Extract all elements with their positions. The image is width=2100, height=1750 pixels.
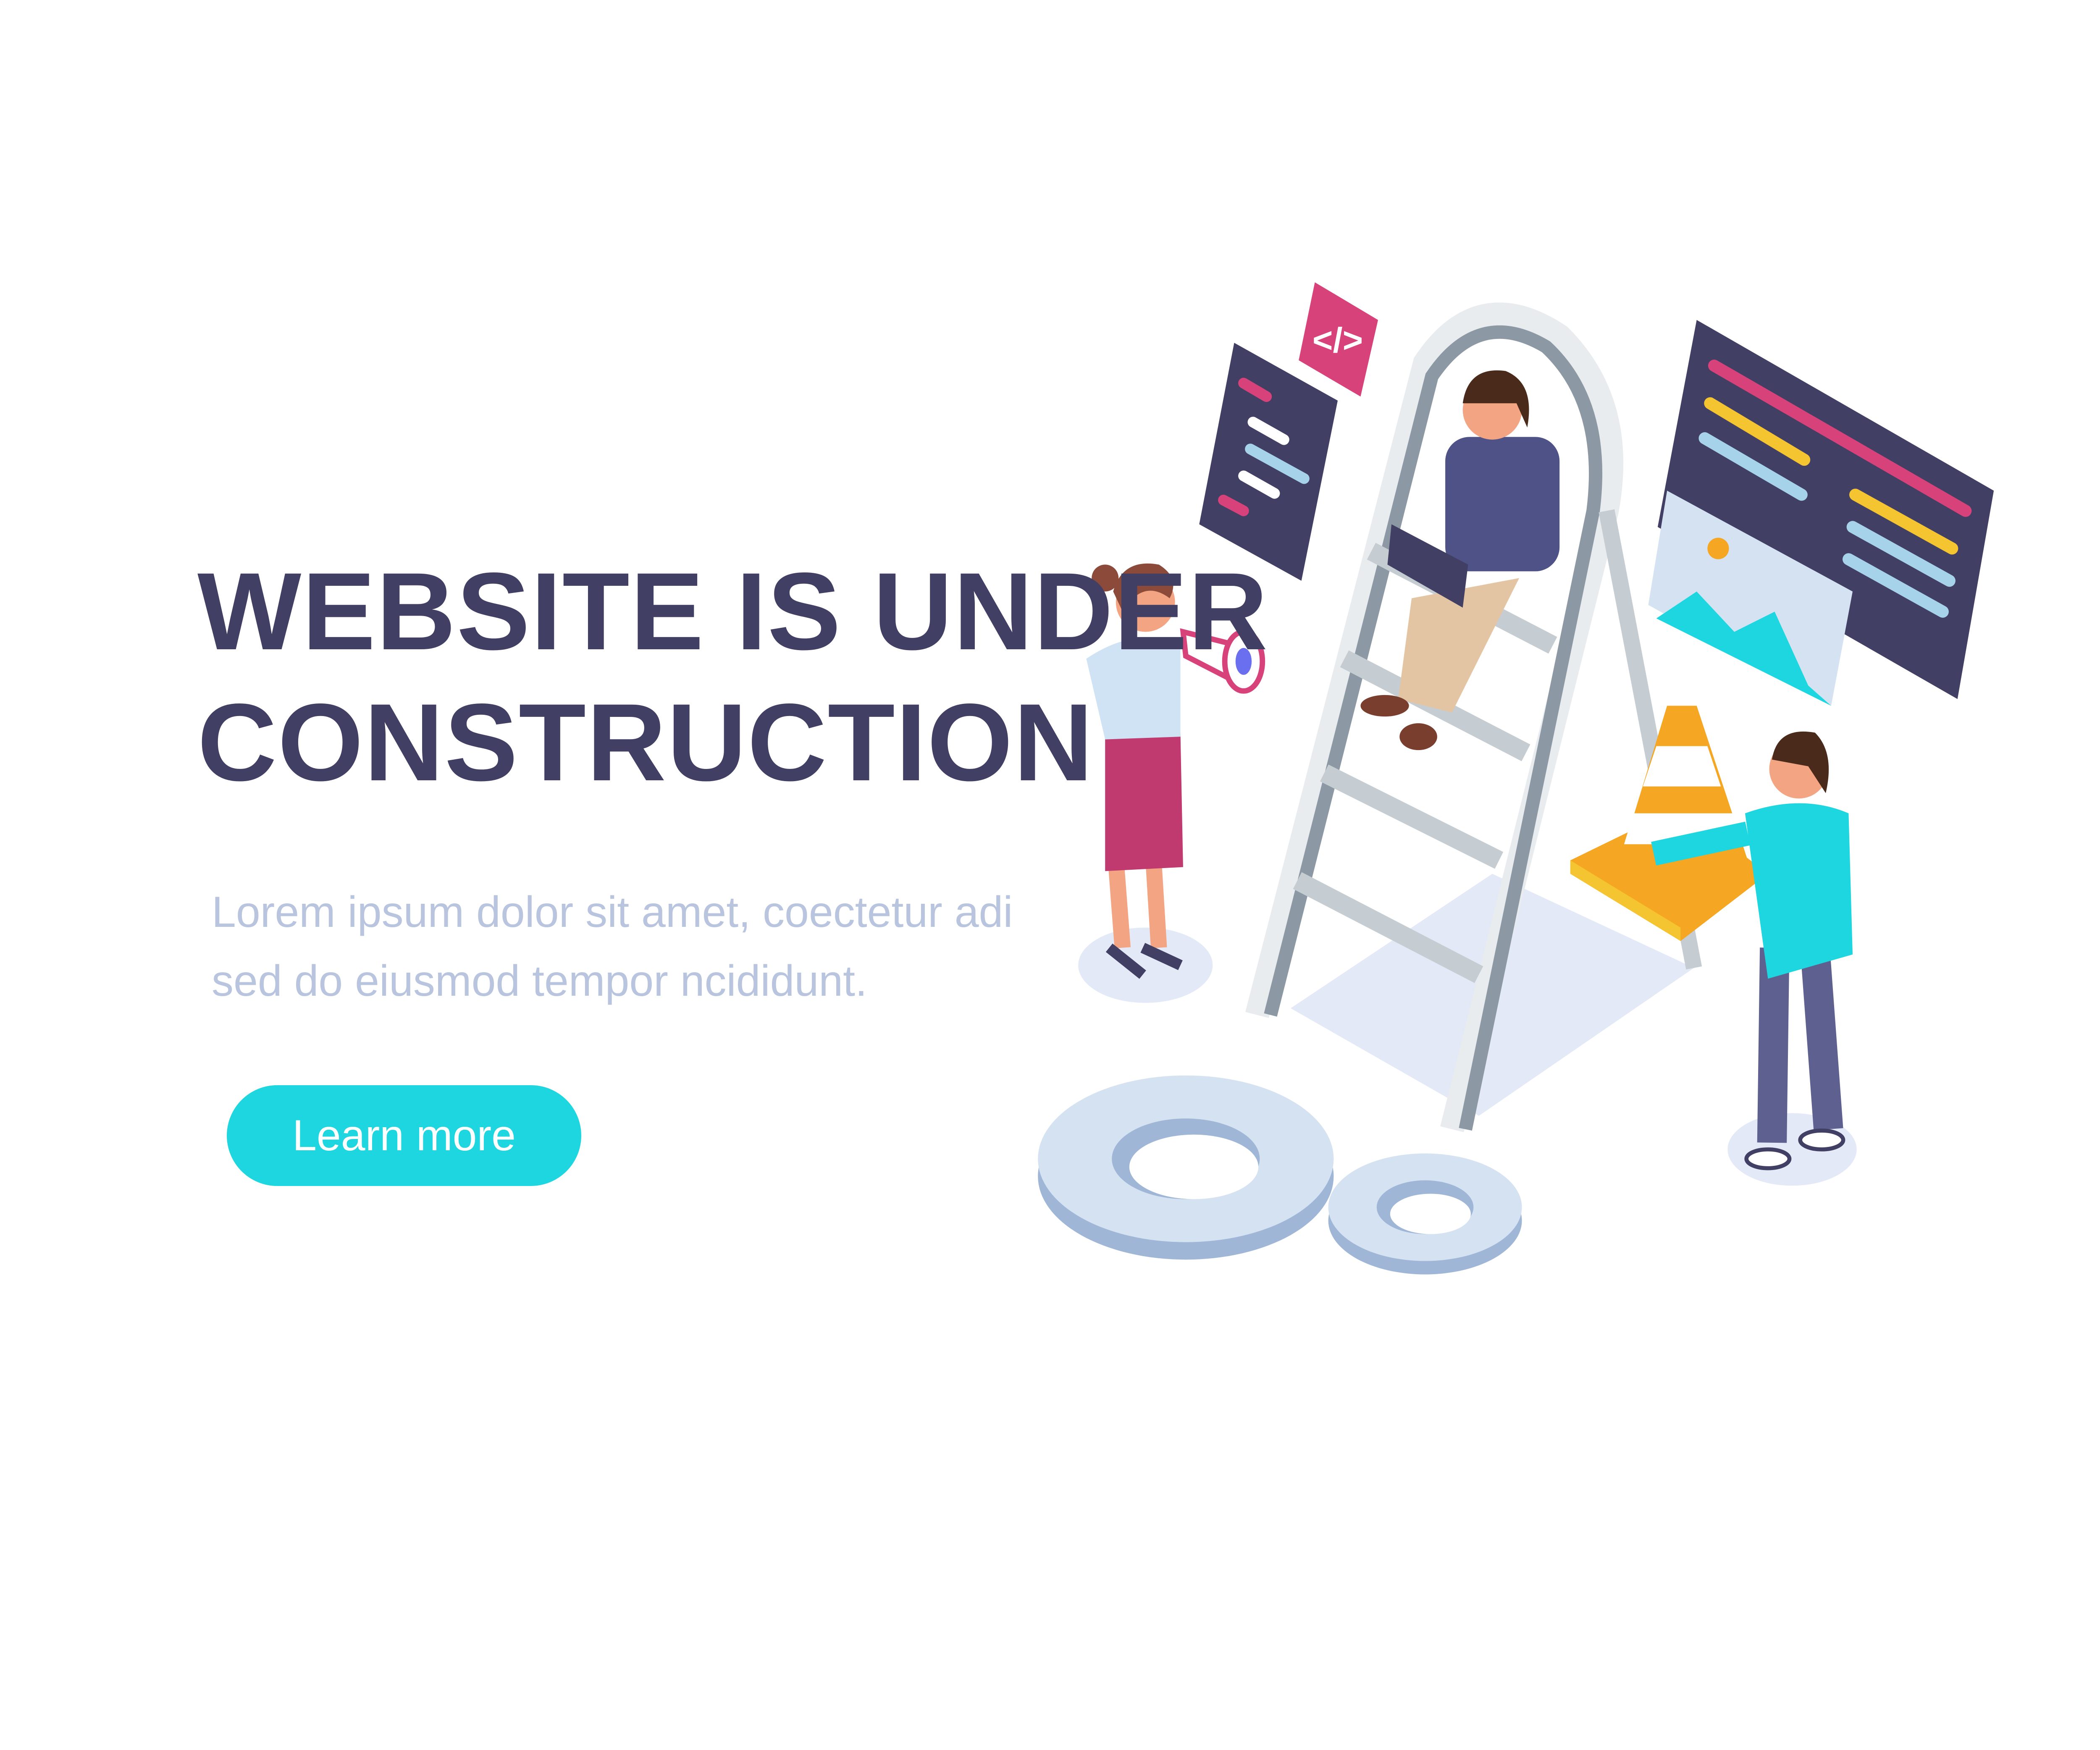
code-icon: </> — [1312, 321, 1363, 360]
construction-illustration: </> — [1038, 282, 1994, 1275]
title-line-2: CONSTRUCTION — [197, 681, 1094, 804]
learn-more-button[interactable]: Learn more — [227, 1085, 581, 1186]
gear-icon — [1328, 1153, 1522, 1275]
gear-icon — [1038, 1075, 1334, 1260]
page-title: WEBSITE IS UNDER CONSTRUCTION — [197, 546, 1268, 808]
title-line-1: WEBSITE IS UNDER — [197, 550, 1269, 673]
code-badge: </> — [1299, 282, 1378, 397]
description-line-1: Lorem ipsum dolor sit amet, coectetur ad… — [212, 888, 1013, 937]
code-panel — [1199, 343, 1338, 581]
man-with-laptop — [1360, 370, 1560, 750]
website-screen — [1648, 320, 1994, 706]
description-line-2: sed do eiusmod tempor ncididunt. — [212, 957, 867, 1005]
description: Lorem ipsum dolor sit amet, coectetur ad… — [212, 878, 1013, 1015]
